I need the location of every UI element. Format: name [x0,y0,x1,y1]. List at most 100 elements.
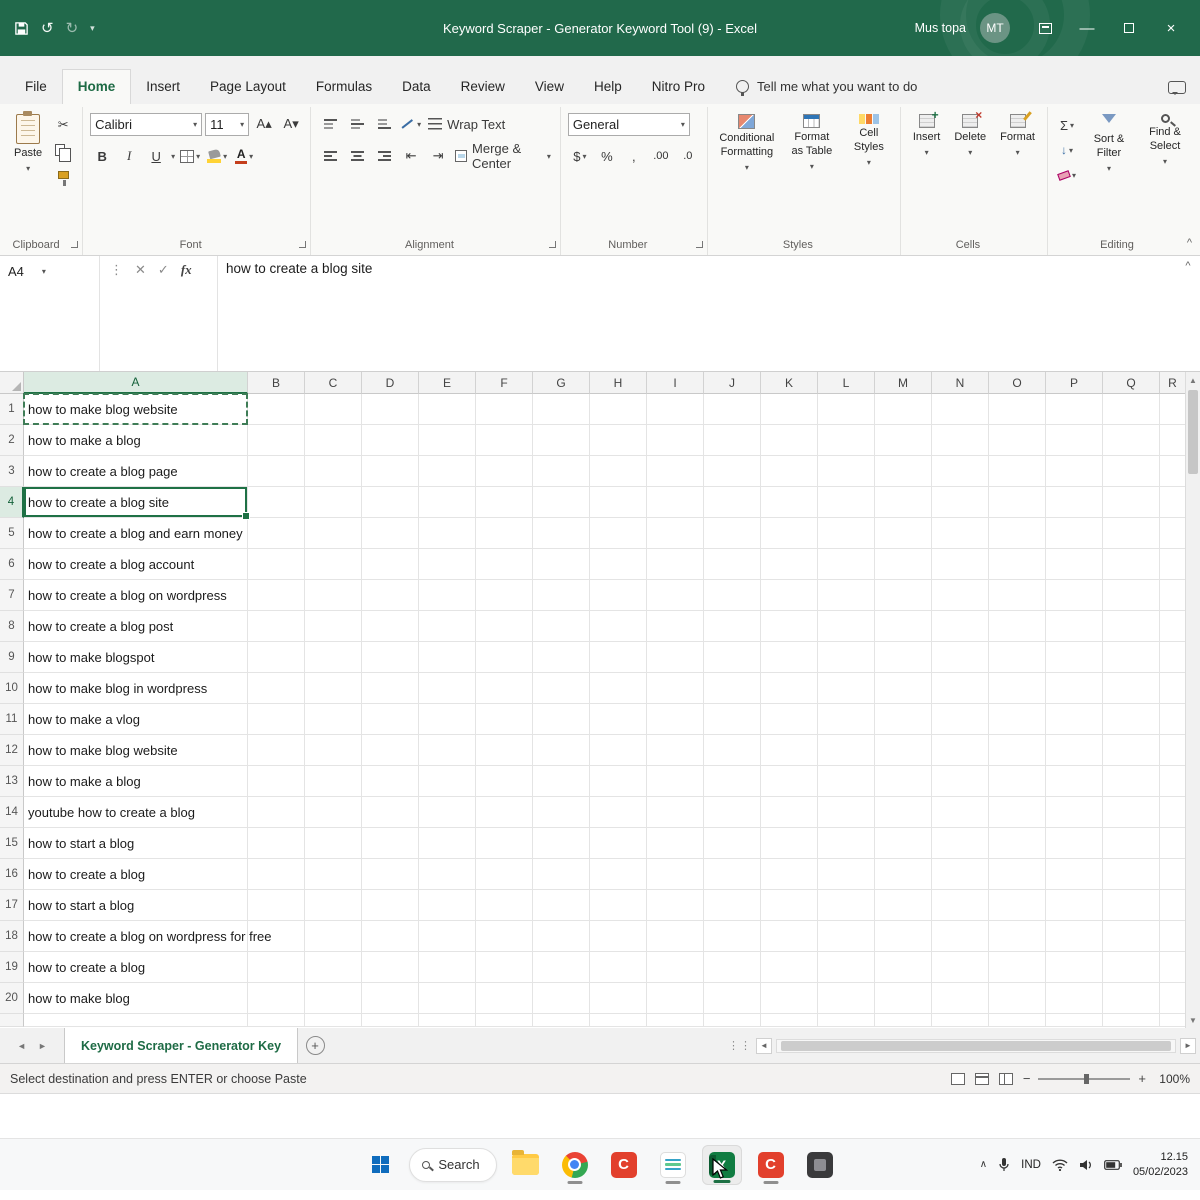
cell-L2[interactable] [818,425,875,456]
cell-R15[interactable] [1160,828,1185,859]
restore-button[interactable] [1108,8,1150,48]
copy-button[interactable]: ▾ [51,139,75,161]
cell-R3[interactable] [1160,456,1185,487]
cell-N2[interactable] [932,425,989,456]
cell-B8[interactable] [248,611,305,642]
cell-C16[interactable] [305,859,362,890]
row-header-21[interactable] [0,1014,24,1027]
cell-G17[interactable] [533,890,590,921]
file-explorer-button[interactable] [506,1145,546,1185]
speaker-icon[interactable] [1079,1159,1093,1171]
cell-M20[interactable] [875,983,932,1014]
cell-F15[interactable] [476,828,533,859]
cell-R9[interactable] [1160,642,1185,673]
tab-view[interactable]: View [520,70,579,104]
cell-B3[interactable] [248,456,305,487]
cell-M7[interactable] [875,580,932,611]
cell-F20[interactable] [476,983,533,1014]
cell-I9[interactable] [647,642,704,673]
cell-H8[interactable] [590,611,647,642]
cell-J2[interactable] [704,425,761,456]
cell-I15[interactable] [647,828,704,859]
accounting-format-button[interactable]: $▾ [568,145,592,167]
cell-H13[interactable] [590,766,647,797]
cell-G20[interactable] [533,983,590,1014]
cell-P12[interactable] [1046,735,1103,766]
cell-H5[interactable] [590,518,647,549]
bottom-align-button[interactable] [372,113,396,135]
list-app-button[interactable] [653,1145,693,1185]
cell-J14[interactable] [704,797,761,828]
cell-L12[interactable] [818,735,875,766]
col-header-R[interactable]: R [1160,372,1185,394]
cell-E7[interactable] [419,580,476,611]
cell-A20[interactable]: how to make blog [24,983,248,1014]
cell-P20[interactable] [1046,983,1103,1014]
col-header-N[interactable]: N [932,372,989,394]
cell-F12[interactable] [476,735,533,766]
row-header-13[interactable]: 13 [0,766,24,797]
cell-M8[interactable] [875,611,932,642]
cell-B7[interactable] [248,580,305,611]
cell-G6[interactable] [533,549,590,580]
font-name-combobox[interactable]: Calibri▾ [90,113,202,136]
cell-O3[interactable] [989,456,1046,487]
find-select-button[interactable]: Find & Select ▾ [1139,110,1191,231]
cell-E5[interactable] [419,518,476,549]
cell-B2[interactable] [248,425,305,456]
cell-B12[interactable] [248,735,305,766]
cell-I18[interactable] [647,921,704,952]
cell-N7[interactable] [932,580,989,611]
cell-I19[interactable] [647,952,704,983]
cell-I12[interactable] [647,735,704,766]
cell-I13[interactable] [647,766,704,797]
cell-A1[interactable]: how to make blog website [24,394,248,425]
cell-G8[interactable] [533,611,590,642]
cell-Q6[interactable] [1103,549,1160,580]
cell-I6[interactable] [647,549,704,580]
cell-N1[interactable] [932,394,989,425]
zoom-slider[interactable] [1038,1078,1130,1080]
wifi-icon[interactable] [1052,1159,1068,1171]
cell-R5[interactable] [1160,518,1185,549]
orientation-button[interactable]: ▾ [399,113,423,135]
chrome-button[interactable] [555,1145,595,1185]
cell-L14[interactable] [818,797,875,828]
cell-M3[interactable] [875,456,932,487]
font-color-button[interactable]: A▾ [232,145,256,167]
cell-C12[interactable] [305,735,362,766]
cell-E16[interactable] [419,859,476,890]
cell-A21[interactable] [24,1014,248,1027]
cell-E8[interactable] [419,611,476,642]
cell-O2[interactable] [989,425,1046,456]
cell-J15[interactable] [704,828,761,859]
close-button[interactable]: × [1150,8,1192,48]
cell-O17[interactable] [989,890,1046,921]
tray-overflow-icon[interactable]: ∧ [980,1159,987,1170]
cell-I2[interactable] [647,425,704,456]
fill-button[interactable]: ↓▾ [1055,139,1079,161]
cell-Q2[interactable] [1103,425,1160,456]
cell-G9[interactable] [533,642,590,673]
cell-Q9[interactable] [1103,642,1160,673]
cell-E6[interactable] [419,549,476,580]
row-header-19[interactable]: 19 [0,952,24,983]
cell-G7[interactable] [533,580,590,611]
cell-P17[interactable] [1046,890,1103,921]
clear-button[interactable]: ▾ [1055,164,1079,186]
cell-K9[interactable] [761,642,818,673]
row-header-17[interactable]: 17 [0,890,24,921]
cell-L19[interactable] [818,952,875,983]
cell-I11[interactable] [647,704,704,735]
cell-Q3[interactable] [1103,456,1160,487]
cell-Q16[interactable] [1103,859,1160,890]
cell-A17[interactable]: how to start a blog [24,890,248,921]
cell-P3[interactable] [1046,456,1103,487]
cell-A12[interactable]: how to make blog website [24,735,248,766]
cell-Q21[interactable] [1103,1014,1160,1027]
cell-O18[interactable] [989,921,1046,952]
tab-home[interactable]: Home [62,69,132,104]
cell-Q4[interactable] [1103,487,1160,518]
cell-I3[interactable] [647,456,704,487]
cell-O8[interactable] [989,611,1046,642]
